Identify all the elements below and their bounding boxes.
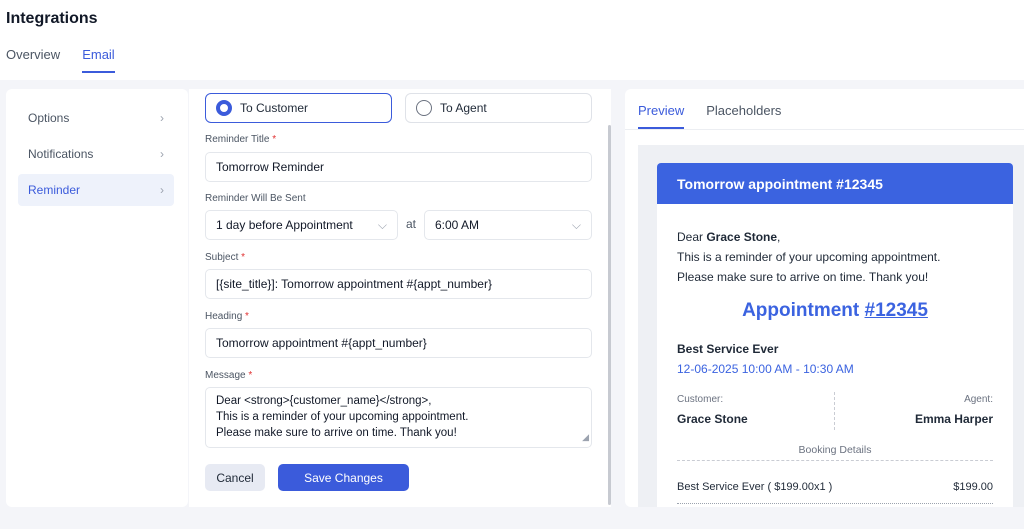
radio-label: To Customer xyxy=(240,101,309,115)
email-preview: Tomorrow appointment #12345 Dear Grace S… xyxy=(657,163,1013,507)
required-marker: * xyxy=(248,370,253,381)
appointment-datetime: 12-06-2025 10:00 AM - 10:30 AM xyxy=(677,362,854,376)
tab-email[interactable]: Email xyxy=(82,47,115,73)
heading-input[interactable]: Tomorrow appointment #{appt_number} xyxy=(205,328,592,358)
required-marker: * xyxy=(241,252,246,263)
sidebar-item-notifications[interactable]: Notifications › xyxy=(18,138,174,170)
customer-label: Customer: xyxy=(677,394,724,405)
details-divider xyxy=(834,392,835,430)
email-line: Please make sure to arrive on time. Than… xyxy=(677,270,929,284)
sidebar-item-label: Reminder xyxy=(28,183,81,197)
select-value: 6:00 AM xyxy=(435,218,480,232)
message-line: This is a reminder of your upcoming appo… xyxy=(216,411,469,423)
appointment-label: Appointment xyxy=(742,300,865,321)
appointment-number-link[interactable]: #12345 xyxy=(865,300,928,321)
reminder-form: To Customer To Agent Reminder Title * To… xyxy=(189,89,611,507)
reminder-time-select[interactable]: 6:00 AM ⌵ xyxy=(424,210,592,240)
input-value: [{site_title}]: Tomorrow appointment #{a… xyxy=(216,277,492,291)
tab-placeholders[interactable]: Placeholders xyxy=(706,103,781,129)
tab-overview[interactable]: Overview xyxy=(6,47,60,73)
greeting-suffix: , xyxy=(777,230,781,244)
email-line: This is a reminder of your upcoming appo… xyxy=(677,250,941,264)
agent-label: Agent: xyxy=(964,394,993,405)
message-line: Please make sure to arrive on time. Than… xyxy=(216,427,457,439)
page-title: Integrations xyxy=(6,10,98,27)
label-text: Heading xyxy=(205,311,243,322)
input-value: Tomorrow Reminder xyxy=(216,160,325,174)
sidebar-item-reminder[interactable]: Reminder › xyxy=(18,174,174,206)
label-text: Subject xyxy=(205,252,239,263)
resize-handle-icon[interactable]: ◢ xyxy=(582,429,589,445)
chevron-down-icon: ⌵ xyxy=(377,217,387,232)
at-label: at xyxy=(406,217,417,231)
reminder-when-select[interactable]: 1 day before Appointment ⌵ xyxy=(205,210,398,240)
reminder-sent-label: Reminder Will Be Sent xyxy=(205,193,306,204)
reminder-title-label: Reminder Title * xyxy=(205,134,276,145)
radio-unchecked-icon xyxy=(416,100,432,116)
chevron-down-icon: ⌵ xyxy=(571,217,581,232)
subject-input[interactable]: [{site_title}]: Tomorrow appointment #{a… xyxy=(205,269,592,299)
select-value: 1 day before Appointment xyxy=(216,218,353,232)
message-label: Message * xyxy=(205,370,252,381)
greeting-prefix: Dear xyxy=(677,230,707,244)
chevron-right-icon: › xyxy=(160,183,164,197)
line-item-divider xyxy=(677,503,993,504)
greeting-customer-name: Grace Stone xyxy=(706,230,778,244)
input-value: Tomorrow appointment #{appt_number} xyxy=(216,336,427,350)
email-preview-area: Tomorrow appointment #12345 Dear Grace S… xyxy=(638,145,1024,507)
tab-preview[interactable]: Preview xyxy=(638,103,685,129)
chevron-right-icon: › xyxy=(160,111,164,125)
agent-value: Emma Harper xyxy=(914,412,993,426)
booking-details-divider xyxy=(677,460,993,461)
cancel-button[interactable]: Cancel xyxy=(205,464,265,491)
required-marker: * xyxy=(245,311,249,322)
email-greeting: Dear Grace Stone, This is a reminder of … xyxy=(677,227,993,287)
preview-tabs: Preview Placeholders xyxy=(638,103,803,129)
form-scrollbar[interactable] xyxy=(608,125,611,505)
preview-panel: Preview Placeholders Tomorrow appointmen… xyxy=(625,89,1024,507)
sidebar-item-label: Notifications xyxy=(28,147,94,161)
chevron-right-icon: › xyxy=(160,147,164,161)
sidebar-item-options[interactable]: Options › xyxy=(18,102,174,134)
reminder-title-input[interactable]: Tomorrow Reminder xyxy=(205,152,592,182)
line-item-name: Best Service Ever ( $199.00x1 ) xyxy=(677,481,833,493)
message-textarea[interactable]: Dear <strong>{customer_name}</strong>, T… xyxy=(205,387,592,448)
to-customer-radio[interactable]: To Customer xyxy=(205,93,392,123)
sidebar-item-label: Options xyxy=(28,111,70,125)
to-agent-radio[interactable]: To Agent xyxy=(405,93,592,123)
email-header: Tomorrow appointment #12345 xyxy=(657,163,1013,204)
line-item-price: $199.00 xyxy=(953,481,993,493)
radio-checked-icon xyxy=(216,100,232,116)
appointment-title: Appointment #12345 xyxy=(657,300,1013,322)
page-header: Integrations Overview Email xyxy=(0,0,1024,80)
top-tabs: Overview Email xyxy=(6,47,137,73)
settings-sidebar: Options › Notifications › Reminder › xyxy=(6,89,188,507)
required-marker: * xyxy=(272,134,277,145)
service-name: Best Service Ever xyxy=(677,342,779,356)
heading-label: Heading * xyxy=(205,311,249,322)
radio-label: To Agent xyxy=(440,101,487,115)
save-changes-button[interactable]: Save Changes xyxy=(278,464,409,491)
message-line: Dear <strong>{customer_name}</strong>, xyxy=(216,395,432,407)
tabs-divider xyxy=(625,129,1024,130)
customer-value: Grace Stone xyxy=(677,412,748,426)
subject-label: Subject * xyxy=(205,252,245,263)
booking-details-title: Booking Details xyxy=(798,444,872,456)
label-text: Reminder Title xyxy=(205,134,270,145)
label-text: Message xyxy=(205,370,246,381)
